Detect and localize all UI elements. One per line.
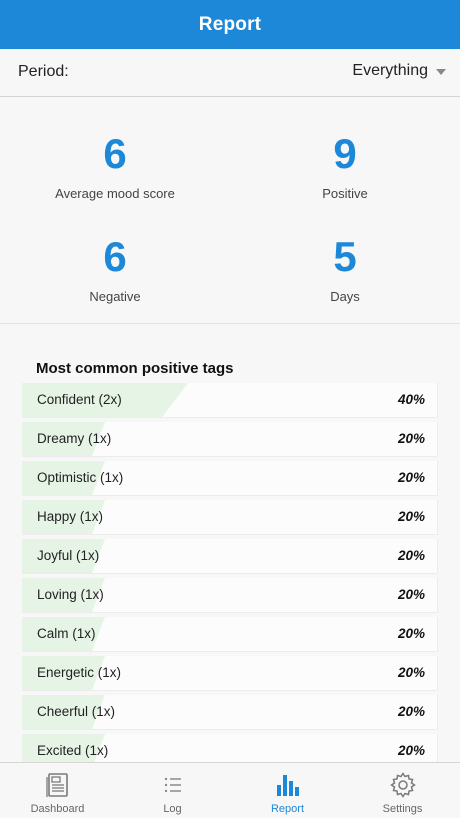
- stat-positive: 9 Positive: [245, 130, 445, 202]
- tag-row[interactable]: Calm (1x) 20%: [22, 617, 438, 652]
- tag-row[interactable]: Optimistic (1x) 20%: [22, 461, 438, 496]
- stat-label: Positive: [322, 186, 368, 201]
- dropdown-caret-icon: [436, 69, 446, 75]
- app-bar: Report: [0, 0, 460, 49]
- nav-label: Settings: [382, 803, 423, 815]
- nav-log[interactable]: Log: [115, 763, 230, 818]
- tag-row[interactable]: Joyful (1x) 20%: [22, 539, 438, 574]
- gear-icon: [389, 772, 416, 798]
- stat-days: 5 Days: [245, 233, 445, 305]
- stat-value: 5: [333, 233, 357, 280]
- tag-name: Energetic (1x): [37, 665, 122, 680]
- tag-row[interactable]: Energetic (1x) 20%: [22, 656, 438, 691]
- stat-label: Days: [330, 289, 360, 304]
- nav-settings[interactable]: Settings: [345, 763, 460, 818]
- nav-label: Report: [270, 803, 305, 815]
- tag-name: Loving (1x): [37, 587, 104, 602]
- tag-name: Confident (2x): [37, 392, 122, 407]
- tags-section-title: Most common positive tags: [36, 360, 234, 377]
- dashboard-icon: [45, 773, 68, 797]
- bar-chart-icon: [276, 775, 299, 796]
- tag-percent: 20%: [397, 665, 425, 680]
- tag-row[interactable]: Dreamy (1x) 20%: [22, 422, 438, 457]
- nav-label: Dashboard: [30, 803, 85, 815]
- tag-percent: 20%: [397, 509, 425, 524]
- tag-row[interactable]: Confident (2x) 40%: [22, 383, 438, 418]
- tags-list: Confident (2x) 40% Dreamy (1x) 20% Optim…: [22, 383, 438, 773]
- stat-label: Negative: [89, 289, 141, 304]
- tag-row[interactable]: Loving (1x) 20%: [22, 578, 438, 613]
- tag-name: Happy (1x): [37, 509, 104, 524]
- tag-percent: 40%: [397, 392, 425, 407]
- tag-percent: 20%: [397, 431, 425, 446]
- stats-panel: 6 Average mood score 9 Positive 6 Negati…: [0, 98, 460, 324]
- nav-label: Log: [163, 803, 182, 815]
- tag-row[interactable]: Happy (1x) 20%: [22, 500, 438, 535]
- period-dropdown[interactable]: Everything: [352, 62, 446, 80]
- list-icon: [164, 777, 181, 793]
- tag-name: Dreamy (1x): [37, 431, 112, 446]
- tag-percent: 20%: [397, 587, 425, 602]
- period-row: Period: Everything: [0, 49, 460, 97]
- tag-row[interactable]: Cheerful (1x) 20%: [22, 695, 438, 730]
- tag-name: Joyful (1x): [37, 548, 100, 563]
- tag-percent: 20%: [397, 626, 425, 641]
- nav-report[interactable]: Report: [230, 763, 345, 818]
- stat-value: 6: [103, 130, 127, 177]
- tag-percent: 20%: [397, 743, 425, 758]
- tag-name: Calm (1x): [37, 626, 96, 641]
- tag-percent: 20%: [397, 470, 425, 485]
- bottom-nav: Dashboard Log Report Settings: [0, 762, 460, 818]
- stat-average-mood: 6 Average mood score: [15, 130, 215, 202]
- stat-value: 6: [103, 233, 127, 280]
- tag-percent: 20%: [397, 704, 425, 719]
- stat-label: Average mood score: [55, 186, 175, 201]
- stat-value: 9: [333, 130, 357, 177]
- period-value: Everything: [352, 62, 428, 79]
- tag-name: Excited (1x): [37, 743, 109, 758]
- nav-dashboard[interactable]: Dashboard: [0, 763, 115, 818]
- period-label: Period:: [18, 63, 69, 80]
- page-title: Report: [198, 13, 262, 35]
- tag-name: Cheerful (1x): [37, 704, 116, 719]
- tag-name: Optimistic (1x): [37, 470, 124, 485]
- tag-percent: 20%: [397, 548, 425, 563]
- stat-negative: 6 Negative: [15, 233, 215, 305]
